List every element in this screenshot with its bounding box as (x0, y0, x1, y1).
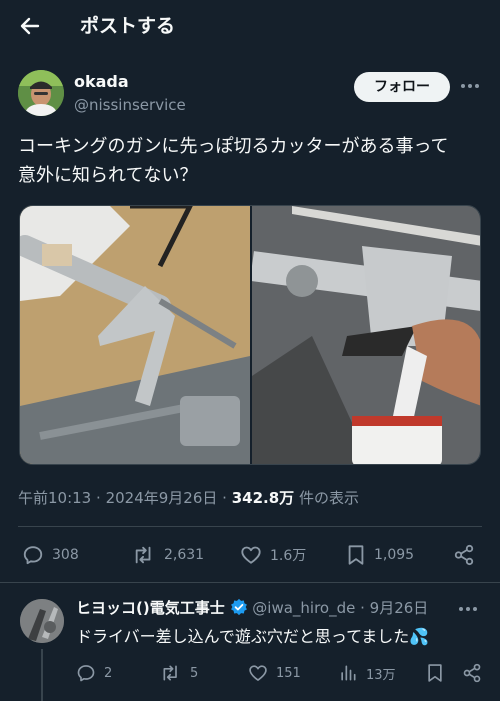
views-count: 342.8万 (231, 489, 295, 507)
meta-separator: · (96, 489, 101, 507)
share-icon (454, 544, 474, 566)
repost-icon (163, 665, 177, 681)
bookmark-button[interactable]: 1,095 (346, 540, 414, 570)
bookmark-icon (348, 545, 364, 565)
photo-caulking-gun-on-wood[interactable] (20, 206, 250, 464)
post-date[interactable]: 2024年9月26日 (106, 489, 218, 507)
thread-line (41, 649, 43, 701)
back-arrow-icon[interactable] (16, 12, 44, 40)
heart-icon (249, 665, 267, 681)
post-text-line-1: コーキングのガンに先っぽ切るカッターがある事って (18, 136, 449, 157)
author-name[interactable]: okada (74, 72, 129, 91)
post-actions: 308 2,631 1.6万 1,095 (18, 540, 482, 570)
reply-reply-button[interactable]: 2 (76, 661, 112, 685)
reply-text: ドライバー差し込んで遊ぶ穴だと思ってました💦 (76, 623, 429, 647)
reply-icon (77, 665, 95, 682)
reply-icon (23, 546, 43, 565)
reply-repost-button[interactable]: 5 (160, 661, 198, 685)
author-handle[interactable]: @nissinservice (74, 96, 186, 114)
reply-header: ヒヨッコ()電気工事士 @iwa_hiro_de · 9月26日 (76, 597, 482, 619)
follow-button[interactable]: フォロー (354, 72, 450, 102)
views-chart-icon (341, 665, 356, 681)
photo-nozzle-in-cutter[interactable] (250, 206, 480, 464)
post-time[interactable]: 午前10:13 (18, 489, 91, 507)
sweat-droplets-emoji: 💦 (409, 627, 430, 646)
reply-date[interactable]: · 9月26日 (360, 599, 428, 617)
post-text-line-2: 意外に知られてない？ (18, 165, 198, 186)
page-title: ポストする (80, 15, 176, 37)
bookmark-count: 1,095 (374, 547, 415, 563)
reply-reply-count: 2 (104, 665, 113, 681)
reply-actions: 2 5 151 13万 (76, 661, 482, 685)
repost-icon (135, 546, 151, 564)
reply-more-options-icon[interactable] (456, 599, 480, 623)
reply-author-name[interactable]: ヒヨッコ()電気工事士 (76, 599, 225, 617)
top-bar: ポストする (0, 0, 500, 50)
reply-button[interactable]: 308 (22, 540, 79, 570)
heart-icon (241, 546, 261, 564)
share-button[interactable] (452, 540, 484, 570)
reply-count: 308 (52, 547, 79, 563)
share-icon (463, 663, 481, 683)
reply-repost-count: 5 (190, 665, 199, 681)
like-count: 1.6万 (270, 548, 307, 564)
reply-like-count: 151 (276, 665, 301, 681)
views-label: 件の表示 (298, 489, 359, 507)
bookmark-icon (428, 664, 442, 682)
author-avatar[interactable] (18, 70, 64, 116)
meta-separator: · (222, 489, 227, 507)
reply-text-body: ドライバー差し込んで遊ぶ穴だと思ってました (76, 627, 410, 646)
repost-count: 2,631 (164, 547, 205, 563)
reply-bookmark-button[interactable] (426, 661, 452, 685)
post-text: コーキングのガンに先っぽ切るカッターがある事って 意外に知られてない？ (18, 132, 488, 190)
reply-author-handle[interactable]: @iwa_hiro_de (252, 599, 355, 617)
post-metadata: 午前10:13 · 2024年9月26日 · 342.8万 件の表示 (18, 487, 359, 508)
reply-author-avatar[interactable] (20, 599, 64, 643)
reply-post[interactable]: ヒヨッコ()電気工事士 @iwa_hiro_de · 9月26日 ドライバー差し… (0, 587, 500, 701)
repost-button[interactable]: 2,631 (132, 540, 204, 570)
like-button[interactable]: 1.6万 (240, 540, 306, 570)
reply-views-count: 13万 (366, 667, 396, 683)
post-media (19, 205, 481, 465)
more-options-icon[interactable] (458, 76, 482, 96)
reply-share-button[interactable] (462, 661, 490, 685)
post-author: okada @nissinservice フォロー (18, 70, 482, 122)
divider (18, 526, 482, 527)
verified-badge-icon (230, 598, 248, 619)
reply-like-button[interactable]: 151 (248, 661, 301, 685)
reply-views-button[interactable]: 13万 (338, 661, 396, 685)
divider (0, 582, 500, 583)
